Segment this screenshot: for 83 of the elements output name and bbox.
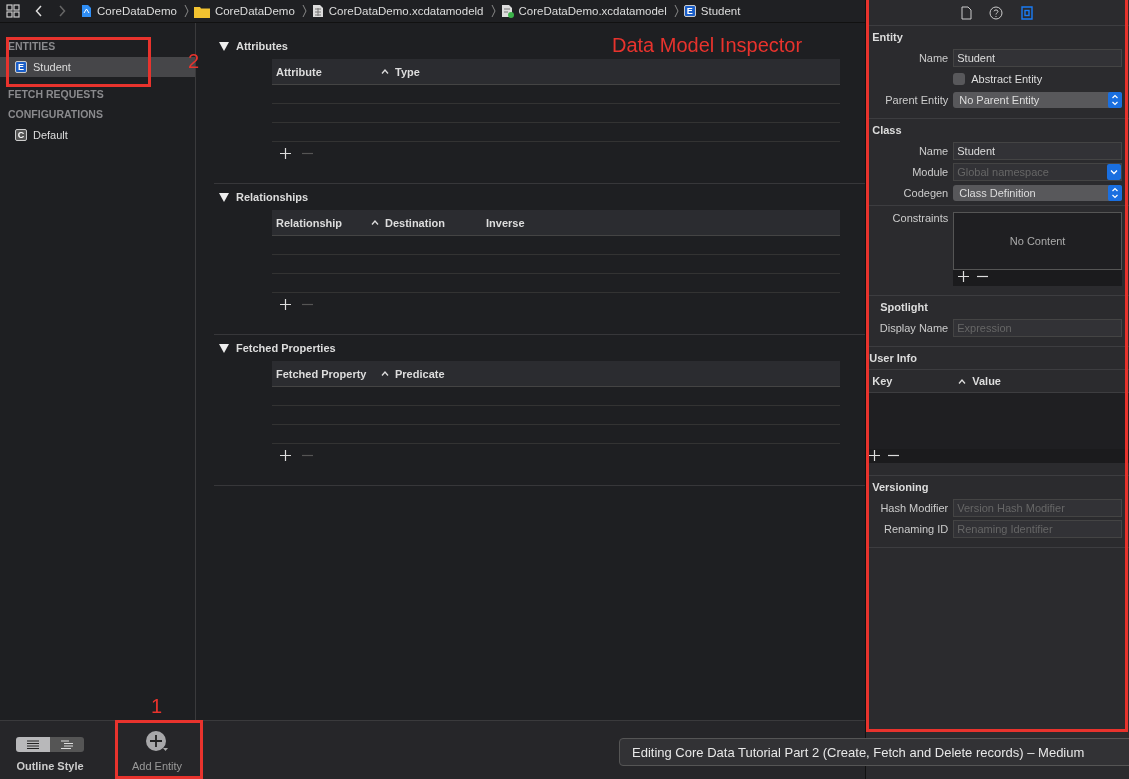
- list-icon: [27, 740, 39, 749]
- sidebar-section-title: FETCH REQUESTS: [7, 87, 105, 102]
- breadcrumb-item[interactable]: CoreDataDemo: [214, 5, 295, 17]
- field-label: Parent Entity: [884, 94, 950, 106]
- separator-icon: [490, 4, 496, 18]
- section-title: Attributes: [236, 40, 288, 52]
- checkbox-label: Abstract Entity: [971, 73, 1043, 85]
- column-header[interactable]: Predicate: [395, 367, 445, 380]
- field-label: Module: [911, 166, 950, 178]
- empty-text: No Content: [1009, 235, 1066, 247]
- segment-button[interactable]: [16, 737, 50, 752]
- add-entity-label[interactable]: Add Entity: [131, 760, 183, 772]
- breadcrumb-item[interactable]: Student: [700, 5, 741, 17]
- column-header[interactable]: Value: [972, 375, 1001, 387]
- breadcrumb-item[interactable]: CoreDataDemo.xcdatamodel: [518, 5, 667, 17]
- model-file-icon: [311, 4, 324, 18]
- stepper-chevrons-icon: [1108, 185, 1122, 201]
- column-header[interactable]: Relationship: [276, 216, 342, 229]
- annotation-number: 1: [151, 695, 163, 718]
- tooltip: Editing Core Data Tutorial Part 2 (Create, Fetch and Delete records) – Medium: [619, 738, 1129, 766]
- column-header[interactable]: Attribute: [276, 65, 322, 78]
- stepper-chevrons-icon: [1108, 92, 1122, 108]
- separator-icon: [183, 4, 189, 18]
- outline-style-control[interactable]: [16, 737, 84, 752]
- inspector-section-title: Entity: [872, 30, 904, 45]
- add-icon[interactable]: [280, 299, 291, 310]
- field-label: Codegen: [902, 187, 950, 199]
- add-icon[interactable]: [280, 148, 291, 159]
- entity-badge: E: [683, 5, 696, 17]
- text-field[interactable]: Student: [953, 142, 1122, 160]
- item-badge: E: [15, 61, 27, 73]
- checkbox[interactable]: [953, 73, 966, 85]
- add-icon[interactable]: [869, 450, 881, 461]
- outline-style-label: Outline Style: [16, 760, 84, 772]
- separator-icon: [301, 4, 307, 18]
- field-label: Name: [917, 145, 950, 157]
- file-icon[interactable]: [961, 5, 973, 20]
- column-header[interactable]: Key: [872, 375, 893, 387]
- section-title: Relationships: [236, 191, 309, 203]
- column-header[interactable]: Type: [395, 65, 420, 78]
- folder-icon: [193, 4, 210, 18]
- disclosure-icon[interactable]: [219, 41, 229, 51]
- item-badge: C: [15, 129, 27, 141]
- disclosure-icon[interactable]: [219, 343, 229, 353]
- add-icon[interactable]: [958, 271, 970, 282]
- column-header[interactable]: Fetched Property: [276, 367, 367, 380]
- inspector-section-title: Spotlight: [879, 300, 929, 315]
- sidebar-section-title: CONFIGURATIONS: [7, 107, 104, 122]
- breadcrumb-item[interactable]: CoreDataDemo: [97, 5, 177, 17]
- add-entity-icon[interactable]: [145, 730, 169, 752]
- column-header[interactable]: Inverse: [486, 216, 525, 229]
- column-header[interactable]: Destination: [385, 216, 445, 229]
- separator-icon: [673, 4, 679, 18]
- annotation-label: Data Model Inspector: [612, 34, 803, 57]
- popup-button[interactable]: No Parent Entity: [953, 92, 1122, 108]
- forward-icon[interactable]: [58, 5, 66, 17]
- section-title: Fetched Properties: [236, 342, 336, 354]
- field-label: Display Name: [878, 322, 950, 334]
- field-label: Name: [917, 52, 950, 64]
- inspector-section-title: User Info: [866, 351, 1129, 370]
- add-icon[interactable]: [280, 450, 291, 461]
- document-icon: [81, 4, 92, 18]
- item-label: Student: [33, 61, 71, 73]
- inspector-section-title: Versioning: [872, 480, 930, 495]
- segment-button[interactable]: [50, 737, 84, 752]
- sidebar-section-title: ENTITIES: [7, 39, 57, 54]
- chevron-down-icon[interactable]: [1107, 164, 1121, 180]
- inspector-section-title: Class: [872, 123, 903, 138]
- field-label: Renaming ID: [883, 523, 950, 535]
- item-label: Default: [33, 129, 68, 141]
- tree-icon: [61, 740, 73, 749]
- disclosure-icon[interactable]: [219, 192, 229, 202]
- help-icon[interactable]: [989, 5, 1004, 20]
- model-inspector-icon[interactable]: [1020, 4, 1035, 21]
- popup-button[interactable]: Class Definition: [953, 185, 1122, 201]
- text-field[interactable]: Student: [953, 49, 1122, 67]
- breadcrumb-item[interactable]: CoreDataDemo.xcdatamodeld: [328, 5, 484, 17]
- model-file-icon: [500, 4, 514, 18]
- sidebar-item[interactable]: C Default: [0, 125, 195, 145]
- field-label: Constraints: [891, 212, 950, 224]
- field-label: Hash Modifier: [879, 502, 950, 514]
- grid-icon[interactable]: [6, 4, 20, 18]
- back-icon[interactable]: [35, 5, 43, 17]
